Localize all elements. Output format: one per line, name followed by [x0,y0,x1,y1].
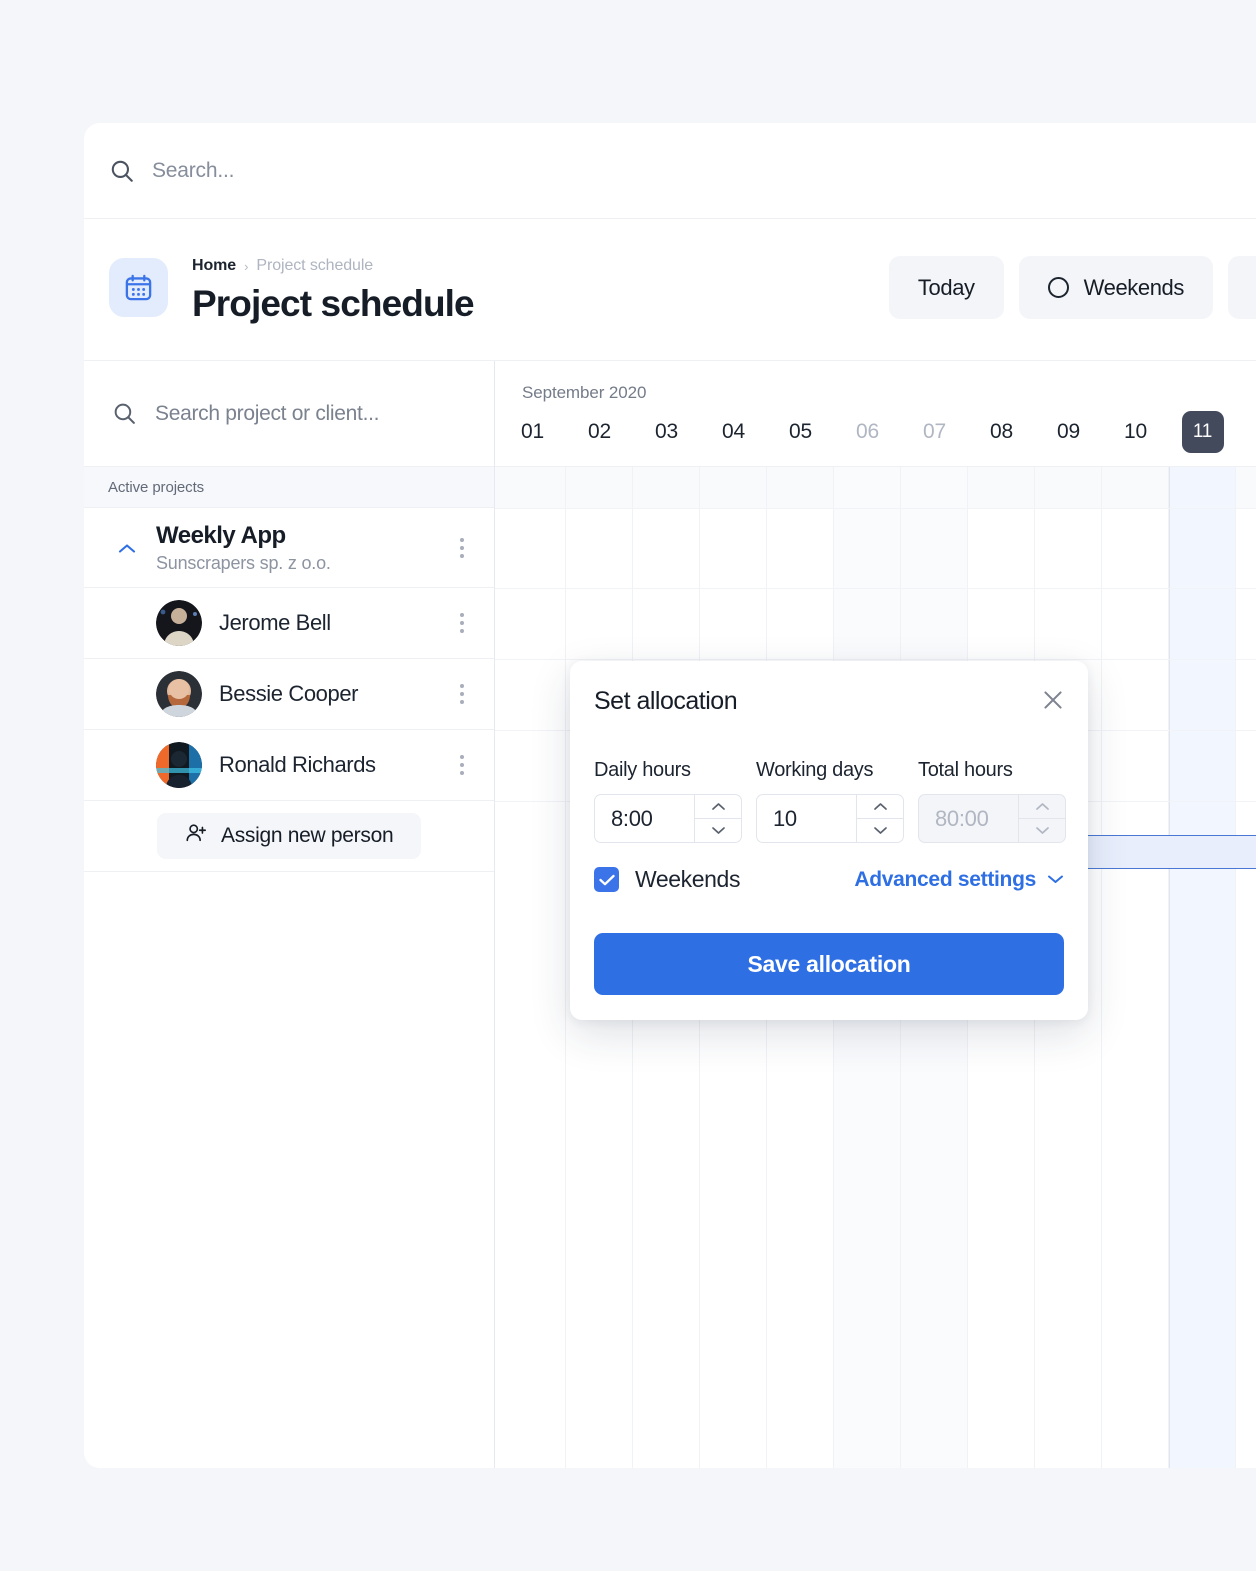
chevron-up-icon[interactable] [118,541,136,559]
app-root: Home › Project schedule Project schedule… [0,0,1256,1571]
project-sidebar: Active projects Weekly App Sunscrapers s… [84,361,495,1468]
chevron-up-icon[interactable] [856,794,904,818]
breadcrumb-home[interactable]: Home [192,257,236,275]
kebab-menu-icon[interactable] [460,684,464,704]
day-column-header[interactable]: 03 [633,409,700,455]
search-icon [112,401,137,426]
checkbox-checked-icon [594,867,619,892]
avatar [156,600,202,646]
page-header: Home › Project schedule Project schedule… [84,219,1256,361]
chevron-up-icon [1018,794,1066,818]
global-search-bar [84,123,1256,219]
chevron-up-icon[interactable] [694,794,742,818]
day-column-header[interactable]: 10 [1102,409,1169,455]
kebab-menu-icon[interactable] [460,755,464,775]
row-divider [495,588,1256,589]
calendar-icon [109,258,168,317]
avatar [156,671,202,717]
global-search-input[interactable] [152,158,632,183]
close-icon[interactable] [1040,687,1066,718]
total-hours-stepper: 80:00 [918,794,1066,843]
weekends-checkbox[interactable]: Weekends [594,866,740,893]
working-days-label: Working days [756,759,874,781]
day-column-header[interactable]: 02 [566,409,633,455]
assign-new-person-label: Assign new person [221,824,394,847]
project-info: Weekly App Sunscrapers sp. z o.o. [156,522,331,574]
popover-options: Weekends Advanced settings [594,866,1064,893]
day-column-header[interactable]: 08 [968,409,1035,455]
daily-hours-value[interactable]: 8:00 [594,794,694,843]
person-add-icon [185,822,207,850]
daily-hours-label: Daily hours [594,759,691,781]
save-allocation-button[interactable]: Save allocation [594,933,1064,995]
day-column[interactable] [1102,467,1169,1468]
weekends-toggle-button[interactable]: Weekends [1018,256,1213,319]
row-divider [495,508,1256,509]
total-hours-field: Total hours 80:00 [918,759,1066,843]
assign-new-person-button[interactable]: Assign new person [157,813,422,859]
active-projects-header: Active projects [84,467,494,508]
row-divider [495,659,1256,660]
circle-icon [1047,277,1069,298]
header-actions: Today Weekends [888,256,1256,319]
extra-action-button[interactable] [1228,256,1256,319]
day-column-header[interactable]: 05 [767,409,834,455]
list-item[interactable]: Ronald Richards [84,730,494,801]
working-days-value[interactable]: 10 [756,794,856,843]
popover-title: Set allocation [594,687,738,715]
daily-hours-stepper[interactable]: 8:00 [594,794,742,843]
person-name: Jerome Bell [219,610,331,635]
day-column-header[interactable]: 07 [901,409,968,455]
set-allocation-popover: Set allocation Daily hours 8:00 Working … [570,661,1088,1020]
search-icon [109,158,135,184]
today-button[interactable]: Today [888,256,1004,319]
breadcrumb-current: Project schedule [256,257,374,274]
breadcrumb: Home › Project schedule [192,255,474,277]
day-column-header[interactable]: 06 [834,409,901,455]
month-label: September 2020 [522,383,647,402]
allocation-fields: Daily hours 8:00 Working days 10 Total h… [594,759,1066,843]
working-days-field: Working days 10 [756,759,904,843]
project-client: Sunscrapers sp. z o.o. [156,552,331,573]
day-column[interactable] [499,467,566,1468]
day-column-header[interactable]: 09 [1035,409,1102,455]
list-item[interactable]: Jerome Bell [84,588,494,659]
project-name: Weekly App [156,521,286,549]
day-column-header-today[interactable]: 11 [1169,409,1236,455]
project-search-bar [84,361,494,467]
person-name: Ronald Richards [219,752,376,777]
project-row-weekly-app[interactable]: Weekly App Sunscrapers sp. z o.o. [84,508,494,588]
timeline-header: September 2020 01 02 03 04 05 06 07 08 0… [495,361,1256,467]
today-button-label: Today [917,274,975,300]
active-projects-label: Active projects [108,478,205,496]
chevron-down-icon[interactable] [856,818,904,843]
page-title: Project schedule [192,283,475,324]
person-name: Bessie Cooper [219,681,359,706]
assign-row: Assign new person [84,801,494,872]
chevron-down-icon[interactable] [694,818,742,843]
chevron-down-icon [1018,818,1066,843]
chevron-down-icon [1047,871,1064,889]
breadcrumb-separator: › [244,258,249,274]
page-header-text: Home › Project schedule Project schedule [192,255,475,325]
daily-hours-field: Daily hours 8:00 [594,759,742,843]
project-search-input[interactable] [155,401,445,426]
advanced-settings-toggle[interactable]: Advanced settings [854,868,1064,892]
kebab-menu-icon[interactable] [460,537,464,558]
working-days-stepper[interactable]: 10 [756,794,904,843]
weekends-toggle-label: Weekends [1083,274,1185,300]
weekends-checkbox-label: Weekends [635,866,741,892]
day-column-header[interactable]: 01 [499,409,566,455]
kebab-menu-icon[interactable] [460,613,464,633]
advanced-settings-label: Advanced settings [854,867,1036,891]
day-column-today[interactable] [1169,467,1236,1468]
total-hours-value: 80:00 [918,794,1018,843]
day-column-header[interactable]: 04 [700,409,767,455]
list-item[interactable]: Bessie Cooper [84,659,494,730]
avatar [156,742,202,788]
total-hours-label: Total hours [918,759,1013,781]
